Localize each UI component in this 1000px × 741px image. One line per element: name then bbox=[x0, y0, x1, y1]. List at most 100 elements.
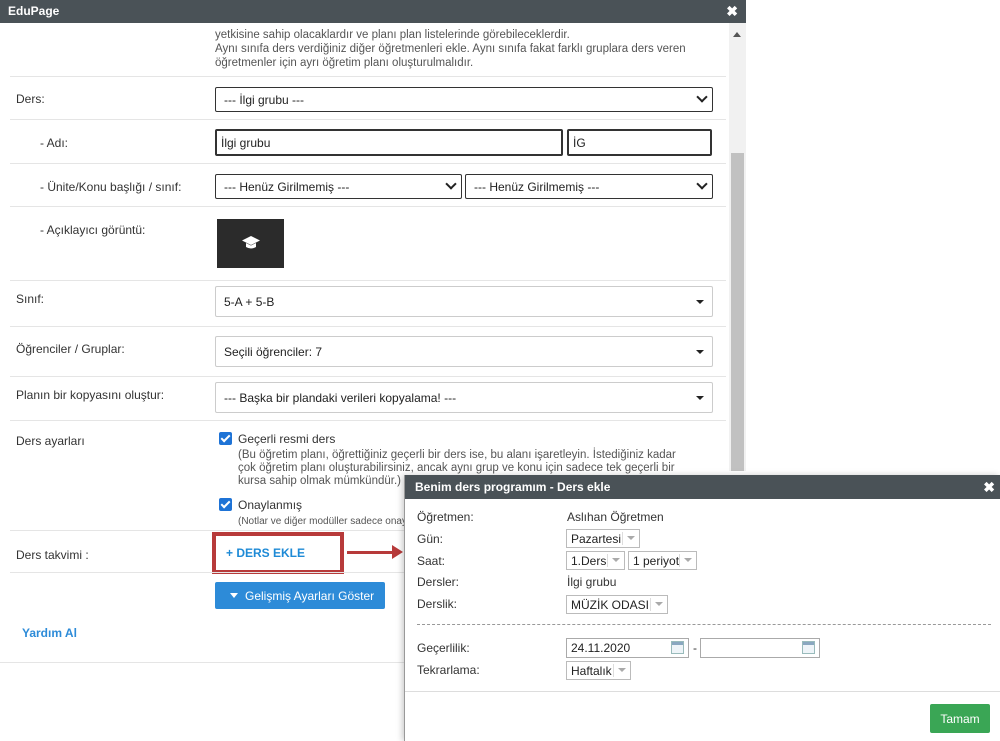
divider bbox=[10, 572, 404, 573]
gecerlilik-dash: - bbox=[693, 641, 697, 655]
ders-select[interactable]: --- İlgi grubu --- bbox=[215, 87, 713, 112]
arrow-right-icon bbox=[392, 545, 403, 559]
gun-select-value: Pazartesi bbox=[571, 532, 622, 546]
tekrarlama-select-value: Haftalık bbox=[571, 664, 612, 678]
adi-input[interactable]: İlgi grubu bbox=[215, 129, 563, 156]
chevron-down-icon bbox=[696, 91, 708, 103]
sinif-combo[interactable]: 5-A + 5-B bbox=[215, 286, 713, 317]
periyot-select-value: 1 periyot bbox=[633, 554, 680, 568]
intro-text: yetkisine sahip olacaklardır ve planı pl… bbox=[215, 28, 715, 70]
divider bbox=[10, 530, 404, 531]
gecerli-note-line-2: çok öğretim planı oluşturabilirsiniz, an… bbox=[238, 462, 675, 474]
unite-label: - Ünite/Konu başlığı / sınıf: bbox=[40, 180, 182, 194]
derslik-label: Derslik: bbox=[417, 597, 458, 611]
divider bbox=[10, 206, 726, 207]
sinif-seviye-select-value: --- Henüz Girilmemiş --- bbox=[474, 180, 600, 194]
calendar-icon[interactable] bbox=[671, 641, 684, 654]
gecerlilik-to-input[interactable] bbox=[700, 638, 820, 658]
ogrenciler-combo-value: Seçili öğrenciler: 7 bbox=[224, 345, 323, 359]
onaylanmis-label: Onaylanmış bbox=[238, 498, 303, 512]
caret-down-icon bbox=[696, 350, 704, 354]
derslik-select-value: MÜZİK ODASI bbox=[571, 598, 650, 612]
ders-label: Ders: bbox=[16, 92, 45, 106]
gun-select[interactable]: Pazartesi bbox=[566, 529, 640, 548]
sinif-label: Sınıf: bbox=[16, 292, 45, 306]
gecerli-label: Geçerli resmi ders bbox=[238, 432, 336, 446]
help-link[interactable]: Yardım Al bbox=[22, 626, 77, 640]
advanced-settings-button[interactable]: Gelişmiş Ayarları Göster bbox=[215, 582, 385, 609]
dersler-label: Dersler: bbox=[417, 575, 460, 589]
scrollbar[interactable] bbox=[729, 23, 746, 471]
caret-down-icon bbox=[655, 602, 663, 606]
onaylanmis-note: (Notlar ve diğer modüller sadece onay bbox=[238, 516, 407, 527]
gecerlilik-label: Geçerlilik: bbox=[417, 641, 470, 655]
tekrarlama-label: Tekrarlama: bbox=[417, 663, 480, 677]
add-lesson-link[interactable]: + DERS EKLE bbox=[226, 546, 305, 560]
caret-down-icon bbox=[684, 558, 692, 562]
window-title: EduPage bbox=[8, 4, 60, 18]
select-separator bbox=[613, 664, 614, 677]
kopya-combo[interactable]: --- Başka bir plandaki verileri kopyalam… bbox=[215, 382, 713, 413]
gecerli-checkbox[interactable] bbox=[219, 432, 232, 445]
select-separator bbox=[607, 554, 608, 567]
saat-label: Saat: bbox=[417, 554, 446, 568]
ayarlar-label: Ders ayarları bbox=[16, 434, 85, 448]
derslik-select[interactable]: MÜZİK ODASI bbox=[566, 595, 668, 614]
add-lesson-dialog: Benim ders programım - Ders ekle ✖ Öğret… bbox=[404, 475, 1000, 741]
ogretmen-label: Öğretmen: bbox=[417, 510, 474, 524]
close-icon[interactable]: ✖ bbox=[726, 3, 738, 19]
gecerli-note-line-1: (Bu öğretim planı, öğrettiğiniz geçerli … bbox=[238, 449, 676, 461]
ogretmen-value: Aslıhan Öğretmen bbox=[567, 510, 664, 524]
select-separator bbox=[679, 554, 680, 567]
lesson-image[interactable] bbox=[217, 219, 284, 268]
unite-select-value: --- Henüz Girilmemiş --- bbox=[224, 180, 350, 194]
sinif-seviye-select[interactable]: --- Henüz Girilmemiş --- bbox=[465, 174, 713, 199]
divider bbox=[10, 76, 726, 77]
caret-down-icon bbox=[696, 300, 704, 304]
select-separator bbox=[622, 532, 623, 545]
scrollbar-thumb[interactable] bbox=[731, 153, 744, 471]
saat-select-value: 1.Ders bbox=[571, 554, 607, 568]
adi-label: - Adı: bbox=[40, 136, 69, 150]
gecerlilik-from-input[interactable]: 24.11.2020 bbox=[566, 638, 689, 658]
periyot-select[interactable]: 1 periyot bbox=[628, 551, 697, 570]
gun-label: Gün: bbox=[417, 532, 444, 546]
ok-button[interactable]: Tamam bbox=[930, 704, 990, 733]
close-icon[interactable]: ✖ bbox=[983, 479, 995, 496]
caret-down-icon bbox=[618, 668, 626, 672]
dialog-title: Benim ders programım - Ders ekle bbox=[415, 480, 611, 494]
divider bbox=[10, 376, 726, 377]
divider bbox=[417, 624, 991, 625]
arrow-annotation bbox=[347, 551, 393, 554]
advanced-settings-label: Gelişmiş Ayarları Göster bbox=[245, 589, 375, 603]
caret-down-icon bbox=[230, 593, 238, 598]
saat-select[interactable]: 1.Ders bbox=[566, 551, 625, 570]
divider bbox=[10, 280, 726, 281]
gorunt-label: - Açıklayıcı görüntü: bbox=[40, 223, 146, 237]
ders-select-value: --- İlgi grubu --- bbox=[224, 93, 305, 107]
divider bbox=[10, 119, 726, 120]
gecerlilik-from-value: 24.11.2020 bbox=[571, 641, 631, 655]
tekrarlama-select[interactable]: Haftalık bbox=[566, 661, 631, 680]
divider bbox=[10, 326, 726, 327]
adi-short-input[interactable]: İG bbox=[567, 129, 712, 156]
intro-line-1: yetkisine sahip olacaklardır ve planı pl… bbox=[215, 29, 570, 41]
divider bbox=[10, 163, 726, 164]
select-separator bbox=[650, 598, 651, 611]
takvim-label: Ders takvimi : bbox=[16, 548, 89, 562]
divider bbox=[10, 420, 726, 421]
divider bbox=[0, 662, 404, 663]
scroll-up-icon[interactable] bbox=[733, 32, 741, 37]
onaylanmis-checkbox[interactable] bbox=[219, 498, 232, 511]
kopya-combo-value: --- Başka bir plandaki verileri kopyalam… bbox=[224, 391, 457, 405]
ogrenciler-combo[interactable]: Seçili öğrenciler: 7 bbox=[215, 336, 713, 367]
dialog-titlebar: Benim ders programım - Ders ekle ✖ bbox=[405, 475, 1000, 499]
caret-down-icon bbox=[627, 536, 635, 540]
intro-line-2: Aynı sınıfa ders verdiğiniz diğer öğretm… bbox=[215, 43, 686, 55]
caret-down-icon bbox=[696, 396, 704, 400]
kopya-label: Planın bir kopyasını oluştur: bbox=[16, 388, 165, 402]
sinif-combo-value: 5-A + 5-B bbox=[224, 295, 275, 309]
unite-select[interactable]: --- Henüz Girilmemiş --- bbox=[215, 174, 462, 199]
calendar-icon[interactable] bbox=[802, 641, 815, 654]
caret-down-icon bbox=[612, 558, 620, 562]
